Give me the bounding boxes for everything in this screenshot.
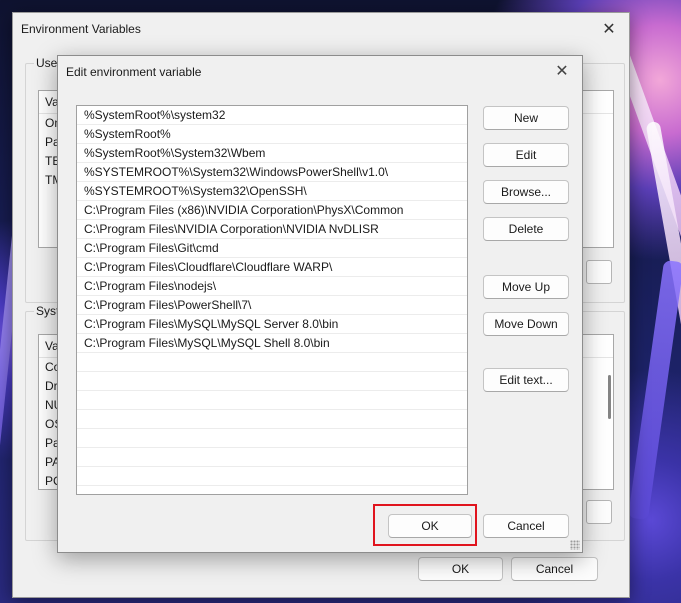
path-entry[interactable]: %SYSTEMROOT%\System32\WindowsPowerShell\… [77, 163, 467, 182]
delete-button[interactable]: Delete [483, 217, 569, 241]
system-action-button[interactable] [586, 500, 612, 524]
path-entry[interactable]: %SystemRoot%\System32\Wbem [77, 144, 467, 163]
cancel-button[interactable]: Cancel [483, 514, 569, 538]
new-button[interactable]: New [483, 106, 569, 130]
empty-row[interactable] [77, 410, 467, 429]
move-up-button[interactable]: Move Up [483, 275, 569, 299]
parent-ok-button[interactable]: OK [418, 557, 503, 581]
wallpaper-ribbon [628, 259, 681, 521]
path-entry[interactable]: C:\Program Files\Cloudflare\Cloudflare W… [77, 258, 467, 277]
parent-cancel-button[interactable]: Cancel [511, 557, 598, 581]
empty-row[interactable] [77, 372, 467, 391]
path-entries-list[interactable]: %SystemRoot%\system32 %SystemRoot% %Syst… [76, 105, 468, 495]
window-title: Environment Variables [21, 22, 141, 36]
path-entry[interactable]: %SystemRoot% [77, 125, 467, 144]
path-entry[interactable]: C:\Program Files\MySQL\MySQL Shell 8.0\b… [77, 334, 467, 353]
path-entry[interactable]: C:\Program Files\MySQL\MySQL Server 8.0\… [77, 315, 467, 334]
edit-text-button[interactable]: Edit text... [483, 368, 569, 392]
browse-button[interactable]: Browse... [483, 180, 569, 204]
dialog-title: Edit environment variable [66, 65, 202, 79]
user-action-button[interactable] [586, 260, 612, 284]
close-icon[interactable]: ✕ [599, 19, 619, 39]
close-icon[interactable]: ✕ [552, 61, 572, 81]
path-entry[interactable]: %SYSTEMROOT%\System32\OpenSSH\ [77, 182, 467, 201]
scrollbar-thumb[interactable] [608, 375, 611, 419]
path-entry[interactable]: C:\Program Files (x86)\NVIDIA Corporatio… [77, 201, 467, 220]
resize-grip-icon[interactable] [570, 540, 580, 550]
move-down-button[interactable]: Move Down [483, 312, 569, 336]
path-entry[interactable]: %SystemRoot%\system32 [77, 106, 467, 125]
path-entry[interactable]: C:\Program Files\PowerShell\7\ [77, 296, 467, 315]
empty-row[interactable] [77, 391, 467, 410]
path-entry[interactable]: C:\Program Files\NVIDIA Corporation\NVID… [77, 220, 467, 239]
path-entry[interactable]: C:\Program Files\Git\cmd [77, 239, 467, 258]
edit-button[interactable]: Edit [483, 143, 569, 167]
empty-row[interactable] [77, 353, 467, 372]
ok-button[interactable]: OK [388, 514, 472, 538]
empty-row[interactable] [77, 448, 467, 467]
edit-environment-variable-dialog: Edit environment variable ✕ %SystemRoot%… [57, 55, 583, 553]
empty-row[interactable] [77, 429, 467, 448]
empty-row[interactable] [77, 467, 467, 486]
path-entry[interactable]: C:\Program Files\nodejs\ [77, 277, 467, 296]
